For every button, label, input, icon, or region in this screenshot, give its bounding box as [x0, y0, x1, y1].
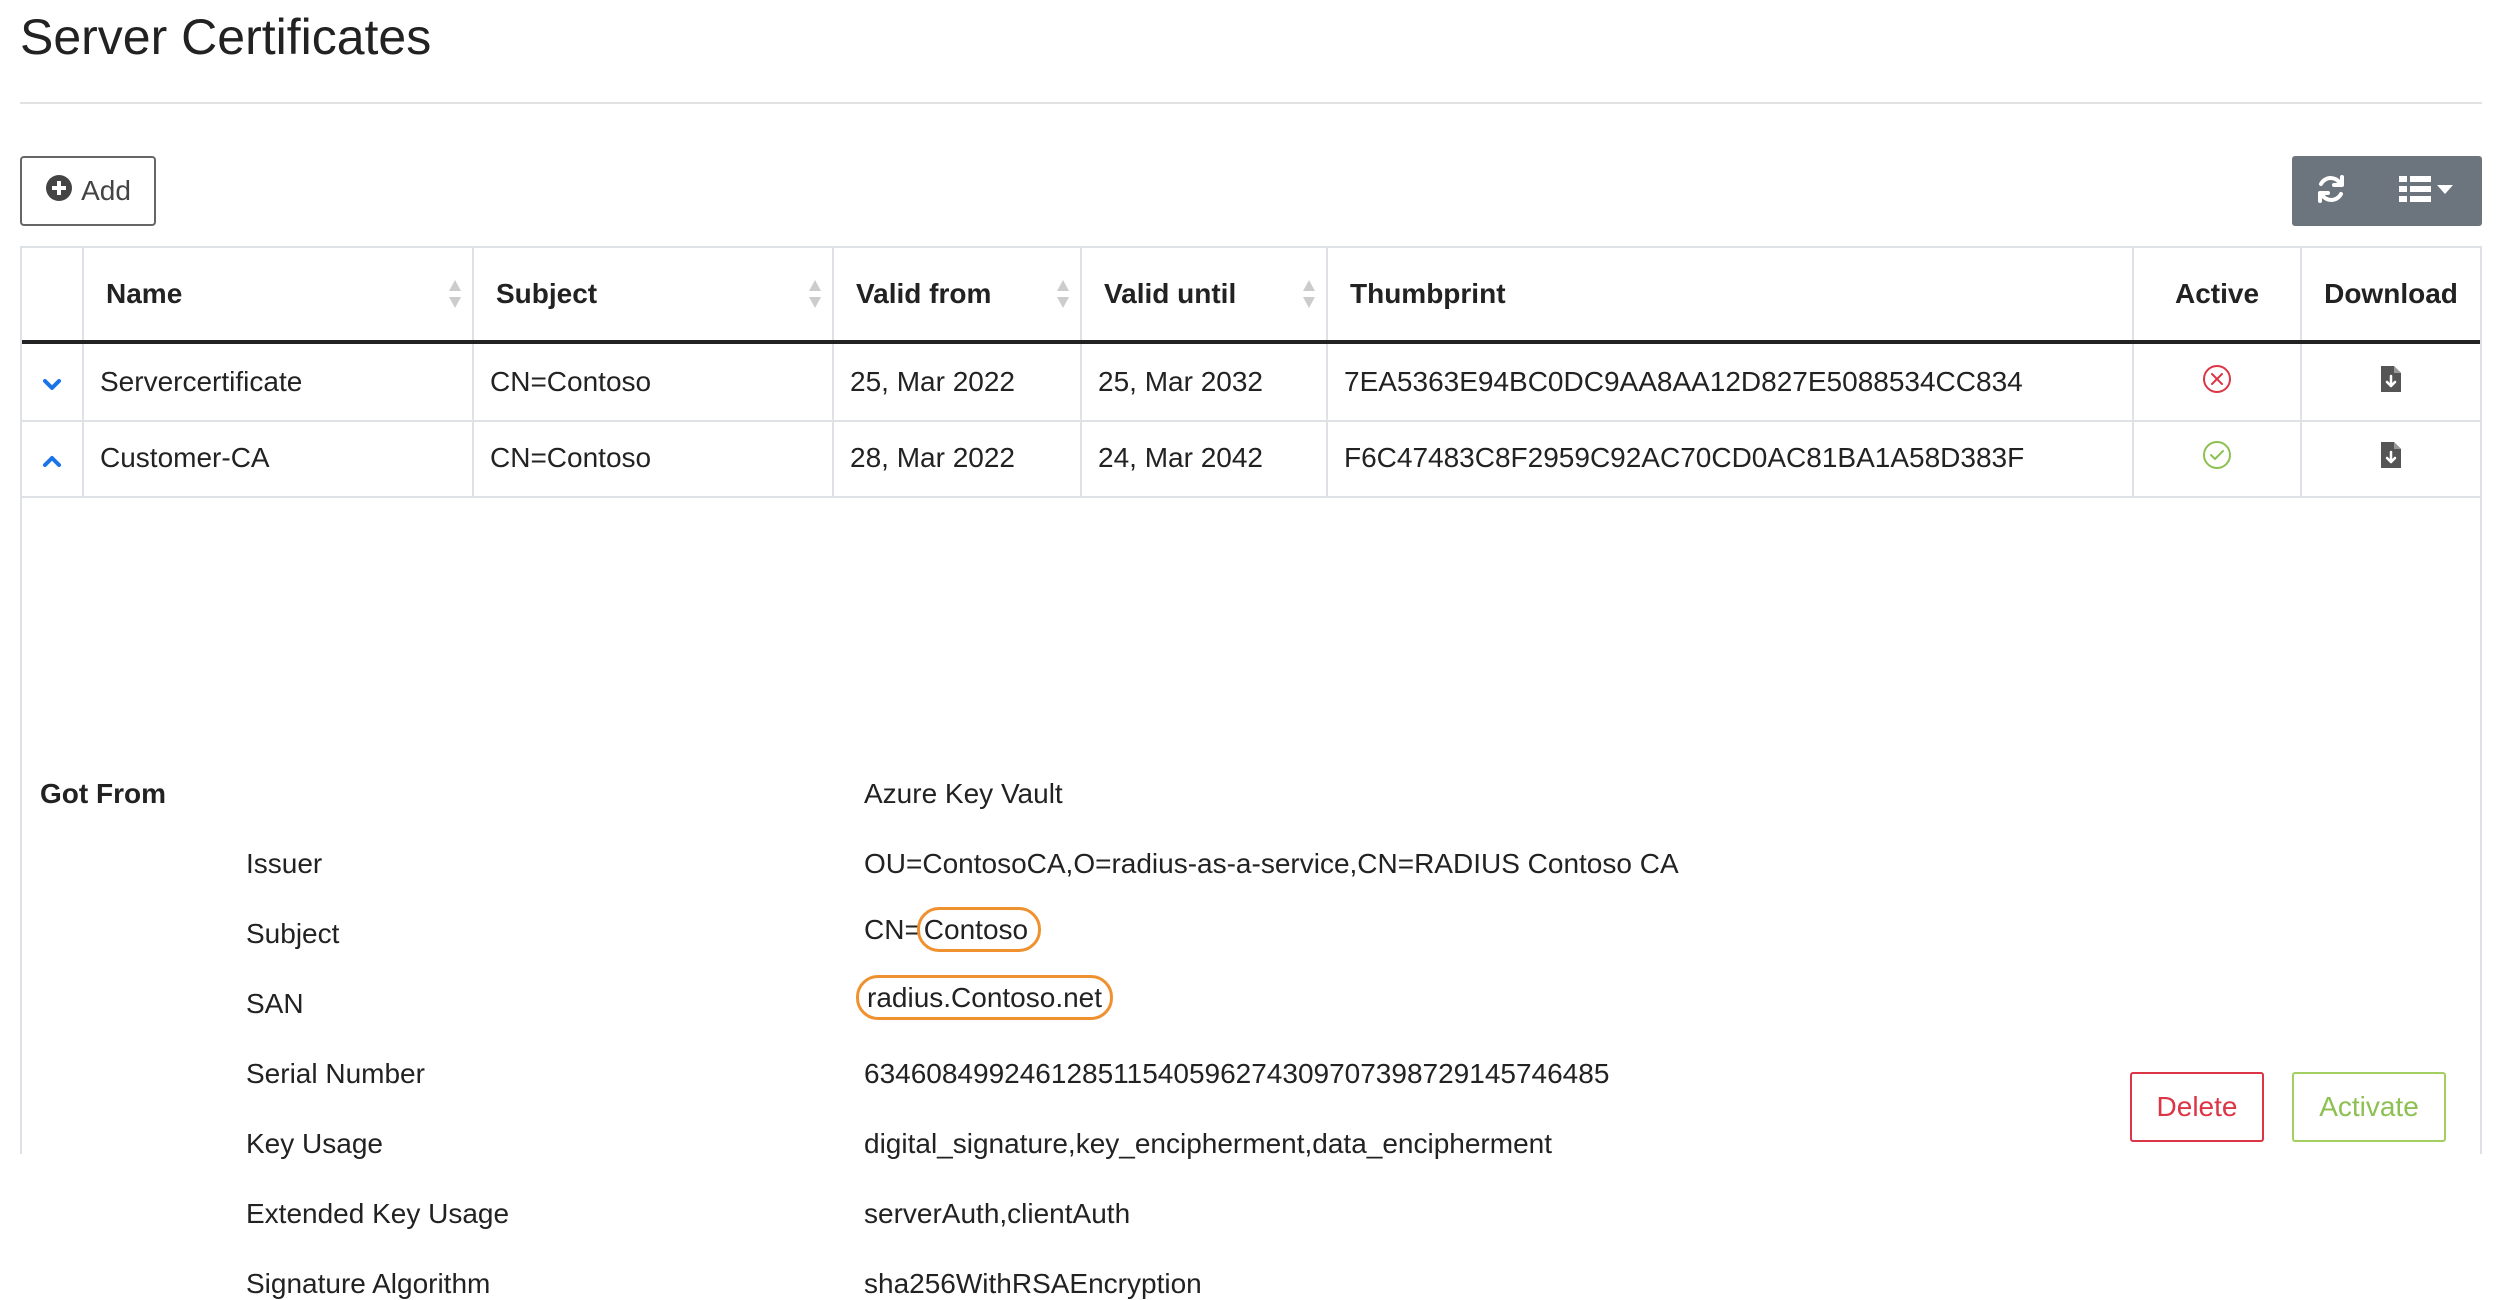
list-icon — [2399, 175, 2431, 208]
sort-icon — [1057, 280, 1069, 308]
detail-ext-key-usage-label: Extended Key Usage — [246, 1198, 510, 1229]
table-row: Servercertificate CN=Contoso 25, Mar 202… — [22, 344, 2480, 422]
collapse-row-button[interactable] — [22, 420, 84, 496]
activate-button[interactable]: Activate — [2292, 1072, 2446, 1142]
detail-ext-key-usage-value: serverAuth,clientAuth — [864, 1198, 1131, 1229]
detail-key-usage-label: Key Usage — [246, 1128, 383, 1159]
file-download-icon — [2379, 364, 2403, 401]
cell-name: Servercertificate — [84, 344, 474, 420]
add-button-label: Add — [81, 175, 131, 206]
sort-icon — [1303, 280, 1315, 308]
refresh-button[interactable] — [2292, 156, 2370, 226]
cell-name: Customer-CA — [84, 420, 474, 496]
plus-circle-icon — [45, 174, 73, 209]
table-toolbar — [2292, 156, 2482, 226]
detail-sig-alg-value: sha256WithRSAEncryption — [864, 1268, 1202, 1299]
expand-row-button[interactable] — [22, 344, 84, 420]
sort-icon — [809, 280, 821, 308]
x-circle-icon — [2202, 364, 2232, 401]
header-download-label: Download — [2324, 278, 2458, 309]
title-divider — [20, 102, 2482, 104]
detail-subject-label: Subject — [246, 918, 340, 949]
cell-subject: CN=Contoso — [474, 420, 834, 496]
detail-sig-alg-label: Signature Algorithm — [246, 1268, 491, 1299]
refresh-icon — [2315, 173, 2347, 210]
cell-subject: CN=Contoso — [474, 344, 834, 420]
cell-thumbprint: 7EA5363E94BC0DC9AA8AA12D827E5088534CC834 — [1328, 344, 2134, 420]
subject-highlight: Contoso — [916, 907, 1042, 952]
header-subject-label: Subject — [496, 278, 598, 309]
cell-active — [2134, 420, 2302, 496]
detail-subject-value: CN= Contoso — [864, 907, 1042, 952]
download-button[interactable] — [2302, 344, 2480, 420]
header-thumbprint-label: Thumbprint — [1350, 278, 1506, 309]
sort-icon — [449, 280, 461, 308]
header-valid-until-label: Valid until — [1104, 278, 1237, 309]
header-active-label: Active — [2174, 278, 2260, 309]
header-thumbprint: Thumbprint — [1328, 248, 2134, 340]
caret-down-icon — [2437, 182, 2453, 200]
header-valid-until[interactable]: Valid until — [1082, 248, 1328, 340]
expand-column-header — [22, 248, 84, 340]
cell-valid-until: 24, Mar 2042 — [1082, 420, 1328, 496]
header-name[interactable]: Name — [84, 248, 474, 340]
download-button[interactable] — [2302, 420, 2480, 496]
san-highlight: radius.Contoso.net — [856, 975, 1114, 1020]
detail-subject-prefix: CN= — [864, 914, 921, 945]
certificate-details-panel: Got From Azure Key Vault Issuer OU=Conto… — [22, 496, 2480, 1299]
chevron-down-icon — [43, 366, 61, 398]
detail-got-from-value: Azure Key Vault — [864, 778, 1063, 809]
header-name-label: Name — [106, 278, 183, 309]
cell-valid-until: 25, Mar 2032 — [1082, 344, 1328, 420]
add-button[interactable]: Add — [20, 156, 156, 226]
table-header: Name Subject Valid from Valid until Thum… — [22, 248, 2480, 344]
delete-button[interactable]: Delete — [2130, 1072, 2264, 1142]
header-active: Active — [2134, 248, 2302, 340]
cell-valid-from: 28, Mar 2022 — [834, 420, 1082, 496]
columns-dropdown-button[interactable] — [2370, 156, 2482, 226]
header-download: Download — [2302, 248, 2480, 340]
detail-san-label: SAN — [246, 988, 304, 1019]
table-row: Customer-CA CN=Contoso 28, Mar 2022 24, … — [22, 420, 2480, 498]
cell-valid-from: 25, Mar 2022 — [834, 344, 1082, 420]
check-circle-icon — [2202, 440, 2232, 477]
file-download-icon — [2379, 440, 2403, 477]
cell-thumbprint: F6C47483C8F2959C92AC70CD0AC81BA1A58D383F — [1328, 420, 2134, 496]
page-title: Server Certificates — [20, 9, 432, 65]
detail-san-value: radius.Contoso.net — [856, 975, 1114, 1020]
chevron-up-icon — [43, 442, 61, 474]
header-subject[interactable]: Subject — [474, 248, 834, 340]
certificates-table: Name Subject Valid from Valid until Thum… — [20, 246, 2482, 1299]
header-valid-from-label: Valid from — [856, 278, 992, 309]
header-valid-from[interactable]: Valid from — [834, 248, 1082, 340]
detail-serial-label: Serial Number — [246, 1058, 425, 1089]
detail-issuer-label: Issuer — [246, 848, 323, 879]
detail-serial-value: 6346084992461285115405962743097073987291… — [864, 1058, 1610, 1089]
cell-active — [2134, 344, 2302, 420]
detail-key-usage-value: digital_signature,key_encipherment,data_… — [864, 1128, 1552, 1159]
detail-issuer-value: OU=ContosoCA,O=radius-as-a-service,CN=RA… — [864, 848, 1679, 879]
detail-got-from-label: Got From — [40, 778, 166, 809]
